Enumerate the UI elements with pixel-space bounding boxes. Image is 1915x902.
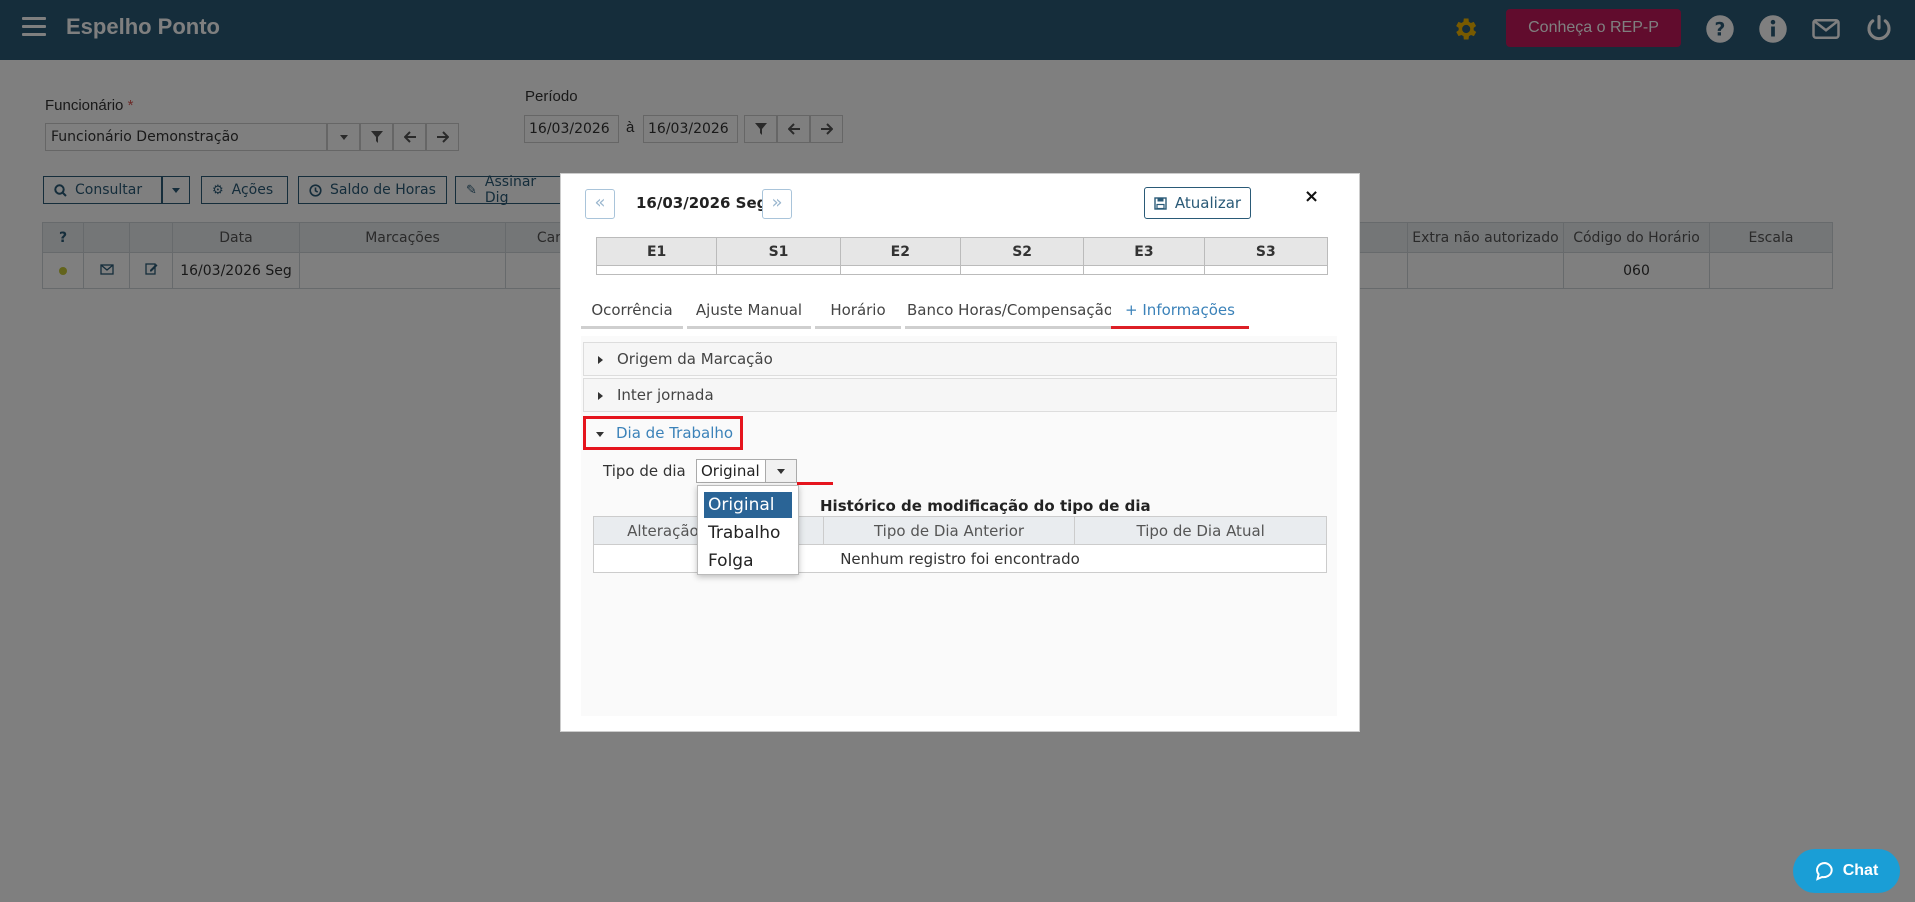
section-inter-jornada[interactable]: Inter jornada [583,378,1337,412]
tab-informacoes[interactable]: + Informações [1111,294,1249,329]
option-folga[interactable]: Folga [704,548,792,574]
tipo-dia-dropdown: Original Trabalho Folga [697,485,799,575]
marks-col-header: S1 [716,237,841,266]
prev-day-button[interactable]: « [585,189,615,219]
marks-col-header: E1 [595,237,718,266]
marks-col-header: S3 [1203,237,1329,266]
close-icon[interactable]: × [1304,186,1319,207]
tipo-dia-label: Tipo de dia [603,462,686,480]
highlight-underline [797,482,833,485]
chevron-down-icon [777,469,785,474]
mark-cell[interactable] [595,265,718,275]
tab-horario[interactable]: Horário [815,294,901,329]
history-col-atual[interactable]: Tipo de Dia Atual [1074,516,1327,545]
option-trabalho[interactable]: Trabalho [704,520,792,546]
marks-table: E1 S1 E2 S2 E3 S3 [595,237,1329,275]
chat-button[interactable]: Chat [1793,849,1900,893]
section-title: Origem da Marcação [617,350,773,368]
tab-ocorrencia[interactable]: Ocorrência [581,294,683,329]
tipo-dia-select[interactable]: Original [696,459,797,483]
mark-cell[interactable] [716,265,841,275]
atualizar-button[interactable]: Atualizar [1144,187,1251,219]
next-day-button[interactable]: » [762,189,792,219]
caret-right-icon [598,392,603,400]
mark-cell[interactable] [959,265,1085,275]
modal-date: 16/03/2026 Seg [636,194,768,212]
section-origem-marcacao[interactable]: Origem da Marcação [583,342,1337,376]
section-dia-trabalho[interactable]: Dia de Trabalho [583,416,743,450]
mark-cell[interactable] [839,265,961,275]
tab-banco-horas[interactable]: Banco Horas/Compensação [905,294,1115,329]
tab-ajuste-manual[interactable]: Ajuste Manual [687,294,811,329]
select-toggle[interactable] [765,459,797,483]
marks-col-header: E2 [839,237,961,266]
section-title: Dia de Trabalho [616,424,734,442]
option-original[interactable]: Original [704,492,792,518]
chat-label: Chat [1842,862,1879,879]
day-detail-modal: « 16/03/2026 Seg » Atualizar × E1 S1 E2 … [560,173,1360,732]
section-title: Inter jornada [617,386,714,404]
marks-col-header: E3 [1083,237,1205,266]
chat-bubble-icon [1815,861,1833,881]
mark-cell[interactable] [1203,265,1329,275]
history-col-anterior[interactable]: Tipo de Dia Anterior [822,516,1076,545]
marks-header-row: E1 S1 E2 S2 E3 S3 [595,237,1329,266]
caret-down-icon [596,432,604,437]
marks-col-header: S2 [959,237,1085,266]
caret-right-icon [598,356,603,364]
atualizar-label: Atualizar [1174,194,1242,212]
mark-cell[interactable] [1083,265,1205,275]
save-icon [1154,196,1167,210]
tipo-dia-value: Original [701,462,760,480]
history-title: Histórico de modificação do tipo de dia [820,497,1151,515]
marks-row [595,265,1329,275]
